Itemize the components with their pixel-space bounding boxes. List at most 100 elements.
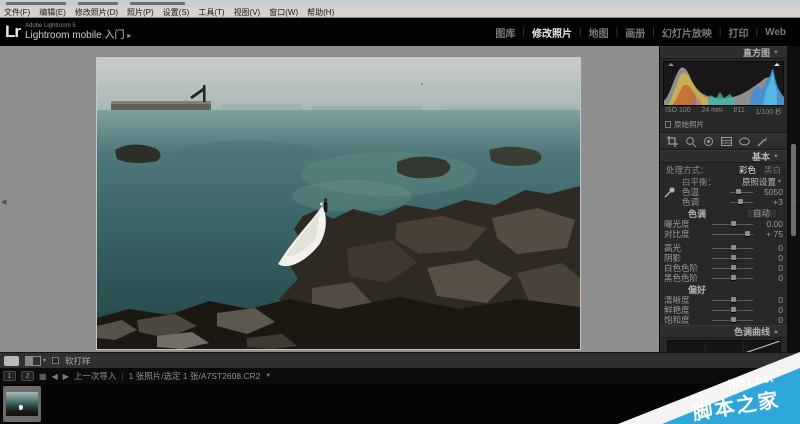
filmstrip (0, 384, 800, 424)
slider-blacks: 黑色色阶 0 (660, 273, 787, 283)
menu-file[interactable]: 文件(F) (4, 7, 30, 18)
histogram[interactable] (663, 61, 784, 106)
menu-window[interactable]: 窗口(W) (269, 7, 298, 18)
play-icon[interactable]: ▸ (127, 31, 131, 40)
slider-thumb[interactable] (731, 221, 736, 226)
identity-plate: Lr Adobe Lightroom 5 Lightroom mobile 入门… (0, 22, 131, 42)
highlight-clipping-indicator (774, 63, 780, 66)
loupe-view-icon[interactable] (4, 356, 19, 366)
soft-proofing-label: 软打样 (65, 355, 91, 367)
right-edge-strip: ▶ (787, 46, 800, 352)
menu-edit[interactable]: 编辑(E) (39, 7, 66, 18)
saturation-slider-track[interactable] (712, 320, 753, 321)
filmstrip-source[interactable]: 上一次导入 (74, 370, 117, 382)
basic-panel-header[interactable]: 基本▼ (660, 150, 787, 163)
before-after-view-icon[interactable]: ▾ (25, 356, 46, 366)
right-panel-collapse-icon[interactable]: ▶ (792, 196, 797, 204)
tool-strip (660, 132, 787, 150)
thumbnail-image (6, 392, 38, 416)
module-print[interactable]: 打印 (728, 25, 748, 40)
whites-slider-track[interactable] (712, 268, 753, 269)
clarity-slider-track[interactable] (712, 300, 753, 301)
workspace: ◀ (0, 46, 800, 352)
menu-settings[interactable]: 设置(S) (163, 7, 190, 18)
exposure-slider-track[interactable] (712, 224, 753, 225)
treatment-bw-option[interactable]: 黑白 (764, 164, 781, 176)
tint-slider-track[interactable] (730, 202, 753, 203)
white-balance-value[interactable]: 原照设置 (742, 176, 776, 188)
chevron-down-icon: ▼ (773, 50, 779, 56)
crop-icon[interactable] (666, 135, 679, 148)
left-panel-collapse-icon[interactable]: ◀ (1, 198, 6, 206)
module-web[interactable]: Web (765, 27, 786, 38)
tone-curve[interactable] (667, 340, 781, 352)
white-balance-group: 白平衡： 原照设置 ▾ 色温 5050 色调 +3 (660, 175, 787, 207)
menu-help[interactable]: 帮助(H) (307, 7, 334, 18)
treatment-color-option[interactable]: 彩色 (739, 164, 756, 176)
panel-scrollbar[interactable] (791, 144, 796, 236)
go-back-icon[interactable]: ◀ (52, 372, 58, 381)
soft-proofing-checkbox[interactable] (52, 357, 59, 364)
slider-thumb[interactable] (745, 231, 750, 236)
slider-thumb[interactable] (738, 199, 743, 204)
histogram-panel-header[interactable]: 直方图▼ (660, 46, 787, 59)
chevron-up-icon: ▲ (773, 329, 779, 335)
module-develop[interactable]: 修改照片 (532, 25, 572, 40)
module-picker: 图库| 修改照片| 地图| 画册| 幻灯片放映| 打印| Web (495, 25, 800, 40)
slider-thumb[interactable] (731, 307, 736, 312)
photo-canvas[interactable] (97, 58, 580, 349)
slider-thumb[interactable] (731, 297, 736, 302)
menu-photo[interactable]: 照片(P) (127, 7, 154, 18)
slider-tint: 色调 +3 (660, 197, 787, 207)
menu-bar: 文件(F) 编辑(E) 修改照片(D) 照片(P) 设置(S) 工具(T) 视图… (0, 7, 800, 18)
treatment-label: 处理方式： (666, 164, 739, 176)
highlights-slider-track[interactable] (712, 248, 753, 249)
red-eye-icon[interactable] (702, 135, 715, 148)
menu-view[interactable]: 视图(V) (234, 7, 261, 18)
adjustment-brush-icon[interactable] (756, 135, 769, 148)
titlebar-text-fragment (6, 2, 66, 5)
menu-tools[interactable]: 工具(T) (198, 7, 224, 18)
main-window-button[interactable]: 1 (3, 371, 16, 381)
app-title: Lightroom mobile 入门 ▸ (25, 30, 131, 41)
file-status-icon (665, 121, 671, 128)
blacks-slider-track[interactable] (712, 278, 753, 279)
menu-develop[interactable]: 修改照片(D) (75, 7, 118, 18)
file-status: 原始照片 (660, 118, 787, 132)
second-window-button[interactable]: 2 (21, 371, 34, 381)
radial-filter-icon[interactable] (738, 135, 751, 148)
chevron-down-icon[interactable]: ▼ (265, 373, 271, 379)
module-map[interactable]: 地图 (589, 25, 609, 40)
treatment-row: 处理方式： 彩色 黑白 (660, 163, 787, 175)
module-slideshow[interactable]: 幻灯片放映 (662, 25, 712, 40)
slider-thumb[interactable] (731, 255, 736, 260)
vibrance-slider-track[interactable] (712, 310, 753, 311)
filmstrip-count-filename[interactable]: 1 张照片/选定 1 张/A7ST2608.CR2 (129, 370, 261, 382)
slider-thumb[interactable] (731, 317, 736, 322)
filmstrip-thumbnail-selected[interactable] (3, 386, 41, 422)
go-forward-icon[interactable]: ▶ (63, 372, 69, 381)
white-balance-eyedropper-icon[interactable] (663, 185, 677, 199)
capture-info: ISO 100 24 mm f/11 1/100 秒 (660, 106, 787, 118)
slider-thumb[interactable] (736, 189, 741, 194)
slider-contrast: 对比度 + 75 (660, 229, 787, 239)
module-library[interactable]: 图库 (495, 25, 515, 40)
graduated-filter-icon[interactable] (720, 135, 733, 148)
slider-thumb[interactable] (731, 245, 736, 250)
slider-thumb[interactable] (731, 265, 736, 270)
filmstrip-bar: 1 2 ▦ ◀ ▶ 上一次导入 | 1 张照片/选定 1 张/A7ST2608.… (0, 368, 800, 384)
develop-right-panel: 直方图▼ ISO 100 24 mm f/11 (659, 46, 787, 352)
temp-slider-track[interactable] (730, 192, 753, 193)
auto-tone-button[interactable]: 自动 (746, 208, 777, 219)
slider-thumb[interactable] (731, 275, 736, 280)
photo-seascape-wedding (97, 58, 580, 349)
chevron-down-icon: ▾ (778, 178, 781, 185)
module-book[interactable]: 画册 (625, 25, 645, 40)
tone-curve-panel-header[interactable]: 色调曲线▲ (660, 325, 787, 338)
grid-view-icon[interactable]: ▦ (39, 372, 47, 381)
spot-removal-icon[interactable] (684, 135, 697, 148)
shadows-slider-track[interactable] (712, 258, 753, 259)
chevron-down-icon: ▼ (773, 154, 779, 160)
app-header: Lr Adobe Lightroom 5 Lightroom mobile 入门… (0, 18, 800, 46)
contrast-slider-track[interactable] (712, 234, 753, 235)
